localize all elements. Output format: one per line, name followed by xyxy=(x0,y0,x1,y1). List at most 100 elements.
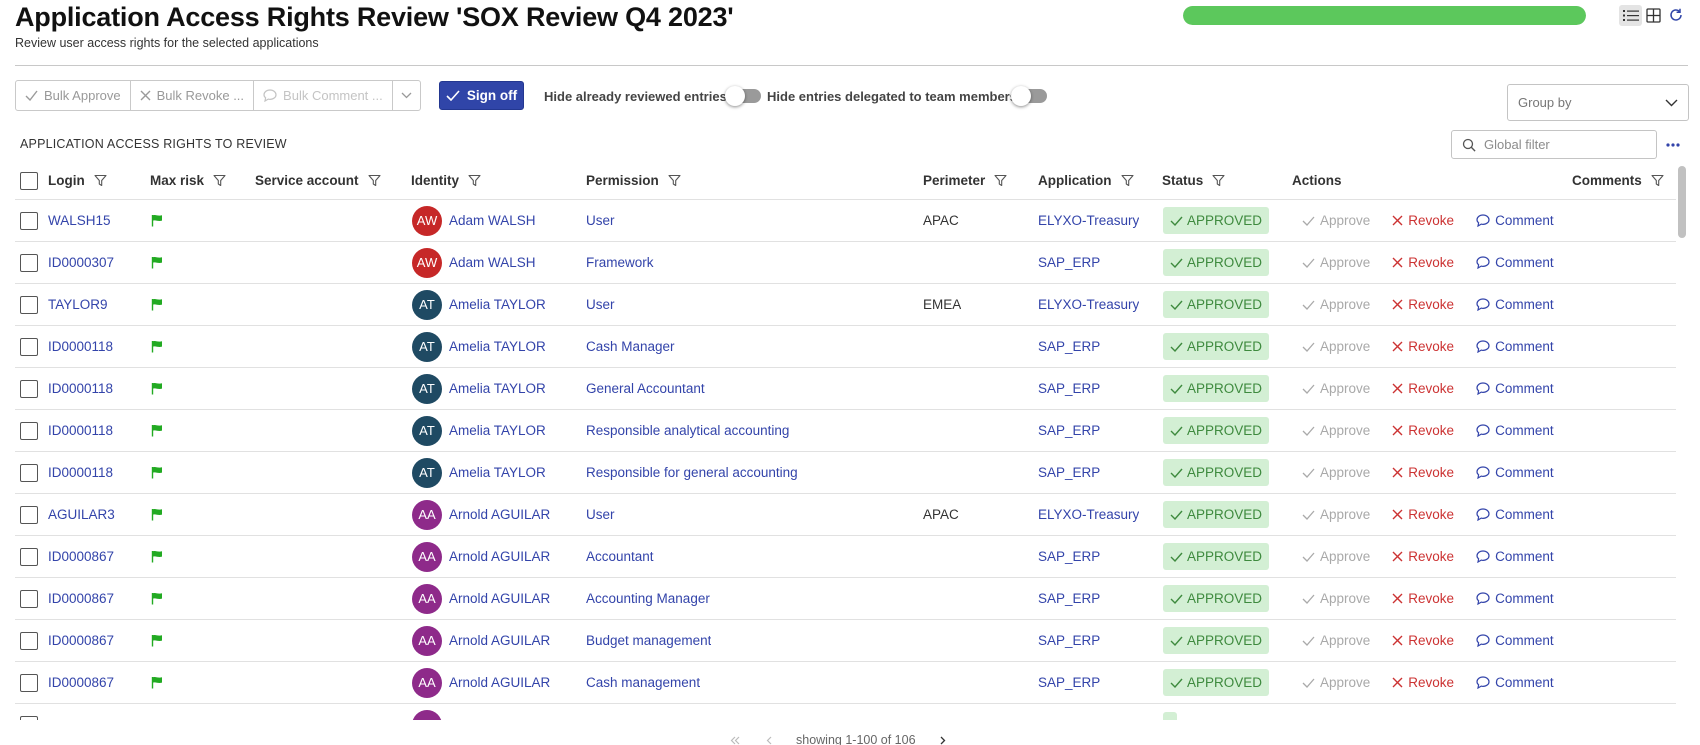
table-row[interactable]: ID0000118 AT Amelia TAYLOR Responsible for … xyxy=(15,452,1676,494)
column-service-account[interactable]: Service account xyxy=(255,162,381,199)
approve-button[interactable]: Approve xyxy=(1302,507,1370,522)
comment-button[interactable]: Comment xyxy=(1476,633,1554,648)
sign-off-button[interactable]: Sign off xyxy=(439,81,524,110)
previous-page-button[interactable] xyxy=(762,733,776,745)
identity-link[interactable]: Amelia TAYLOR xyxy=(449,423,546,438)
permission-link[interactable]: Accountant xyxy=(586,549,654,564)
row-checkbox[interactable] xyxy=(20,421,38,440)
permission-link[interactable]: Cash management xyxy=(586,675,700,690)
revoke-button[interactable]: Revoke xyxy=(1392,255,1454,270)
approve-button[interactable]: Approve xyxy=(1302,381,1370,396)
identity-link[interactable]: Arnold AGUILAR xyxy=(449,591,550,606)
filter-icon[interactable] xyxy=(1212,174,1225,187)
revoke-button[interactable]: Revoke xyxy=(1392,381,1454,396)
application-link[interactable]: ELYXO-Treasury xyxy=(1038,297,1139,312)
identity-link[interactable]: Adam WALSH xyxy=(449,213,536,228)
column-permission[interactable]: Permission xyxy=(586,162,681,199)
comment-button[interactable]: Comment xyxy=(1476,549,1554,564)
table-row[interactable]: ID0000867 AA Arnold AGUILAR Budget manageme… xyxy=(15,620,1676,662)
permission-link[interactable]: Budget management xyxy=(586,633,711,648)
table-row[interactable]: AGUILAR3 AA Arnold AGUILAR User APAC ELYXO-Tr… xyxy=(15,494,1676,536)
revoke-button[interactable]: Revoke xyxy=(1392,339,1454,354)
bulk-comment-button[interactable]: Bulk Comment ... xyxy=(253,80,394,111)
filter-icon[interactable] xyxy=(213,174,226,187)
filter-icon[interactable] xyxy=(1120,174,1134,187)
permission-link[interactable]: Cash Manager xyxy=(586,339,675,354)
table-scrollbar[interactable] xyxy=(1678,166,1686,238)
application-link[interactable]: SAP_ERP xyxy=(1038,339,1100,354)
application-link[interactable]: ELYXO-Treasury xyxy=(1038,507,1139,522)
column-identity[interactable]: Identity xyxy=(411,162,481,199)
permission-link[interactable]: Responsible analytical accounting xyxy=(586,423,789,438)
row-checkbox[interactable] xyxy=(20,463,38,482)
row-checkbox[interactable] xyxy=(20,589,38,608)
application-link[interactable]: SAP_ERP xyxy=(1038,465,1100,480)
login-link[interactable]: ID0000118 xyxy=(48,465,113,480)
filter-icon[interactable] xyxy=(994,174,1007,187)
row-checkbox[interactable] xyxy=(20,631,38,650)
group-by-select[interactable]: Group by xyxy=(1507,84,1689,121)
login-link[interactable]: TAYLOR9 xyxy=(48,297,108,312)
row-checkbox[interactable] xyxy=(20,673,38,692)
table-row[interactable]: ID0000307 AW Adam WALSH Framework SAP_ERP APP… xyxy=(15,242,1676,284)
column-status[interactable]: Status xyxy=(1162,162,1225,199)
application-link[interactable]: SAP_ERP xyxy=(1038,381,1100,396)
more-options-button[interactable] xyxy=(1664,136,1682,154)
application-link[interactable]: SAP_ERP xyxy=(1038,633,1100,648)
permission-link[interactable]: General Accountant xyxy=(586,381,705,396)
table-row[interactable]: ID0000867 AA Arnold AGUILAR Cash management… xyxy=(15,662,1676,704)
hide-delegated-toggle[interactable] xyxy=(1011,86,1047,106)
refresh-button[interactable] xyxy=(1667,6,1685,24)
identity-link[interactable]: Amelia TAYLOR xyxy=(449,465,546,480)
revoke-button[interactable]: Revoke xyxy=(1392,675,1454,690)
table-row[interactable]: TAYLOR9 AT Amelia TAYLOR User EMEA ELYXO-Trea… xyxy=(15,284,1676,326)
permission-link[interactable]: Framework xyxy=(586,255,654,270)
comment-button[interactable]: Comment xyxy=(1476,507,1554,522)
comment-button[interactable]: Comment xyxy=(1476,255,1554,270)
login-link[interactable]: ID0000867 xyxy=(48,675,114,690)
row-checkbox[interactable] xyxy=(20,505,38,524)
comment-button[interactable]: Comment xyxy=(1476,297,1554,312)
application-link[interactable]: SAP_ERP xyxy=(1038,549,1100,564)
permission-link[interactable]: User xyxy=(586,507,615,522)
application-link[interactable]: SAP_ERP xyxy=(1038,255,1100,270)
login-link[interactable]: ID0000118 xyxy=(48,339,113,354)
bulk-revoke-button[interactable]: Bulk Revoke ... xyxy=(129,80,255,111)
login-link[interactable]: ID0000867 xyxy=(48,549,114,564)
row-checkbox[interactable] xyxy=(20,547,38,566)
filter-icon[interactable] xyxy=(1651,174,1664,187)
login-link[interactable]: ID0000118 xyxy=(48,423,113,438)
identity-link[interactable]: Amelia TAYLOR xyxy=(449,339,546,354)
revoke-button[interactable]: Revoke xyxy=(1392,465,1454,480)
row-checkbox[interactable] xyxy=(20,211,38,230)
comment-button[interactable]: Comment xyxy=(1476,339,1554,354)
approve-button[interactable]: Approve xyxy=(1302,339,1370,354)
comment-button[interactable]: Comment xyxy=(1476,381,1554,396)
bulk-approve-button[interactable]: Bulk Approve xyxy=(15,80,131,111)
comment-button[interactable]: Comment xyxy=(1476,423,1554,438)
approve-button[interactable]: Approve xyxy=(1302,633,1370,648)
table-row[interactable]: ID0000867 AA Arnold AGUILAR Accountant SAP_E… xyxy=(15,536,1676,578)
identity-link[interactable]: Amelia TAYLOR xyxy=(449,297,546,312)
revoke-button[interactable]: Revoke xyxy=(1392,423,1454,438)
revoke-button[interactable]: Revoke xyxy=(1392,507,1454,522)
filter-icon[interactable] xyxy=(368,174,381,187)
comment-button[interactable]: Comment xyxy=(1476,675,1554,690)
login-link[interactable]: ID0000867 xyxy=(48,633,114,648)
column-perimeter[interactable]: Perimeter xyxy=(923,162,1007,199)
next-page-button[interactable] xyxy=(936,733,950,745)
approve-button[interactable]: Approve xyxy=(1302,591,1370,606)
login-link[interactable]: ID0000867 xyxy=(48,591,114,606)
identity-link[interactable]: Arnold AGUILAR xyxy=(449,675,550,690)
select-all-checkbox[interactable] xyxy=(20,171,38,190)
row-checkbox[interactable] xyxy=(20,379,38,398)
comment-button[interactable]: Comment xyxy=(1476,465,1554,480)
login-link[interactable]: ID0000307 xyxy=(48,255,114,270)
application-link[interactable]: SAP_ERP xyxy=(1038,591,1100,606)
filter-icon[interactable] xyxy=(668,174,681,187)
global-filter-input[interactable] xyxy=(1484,137,1644,152)
comment-button[interactable]: Comment xyxy=(1476,591,1554,606)
login-link[interactable]: WALSH15 xyxy=(48,213,111,228)
approve-button[interactable]: Approve xyxy=(1302,423,1370,438)
identity-link[interactable]: Adam WALSH xyxy=(449,255,536,270)
